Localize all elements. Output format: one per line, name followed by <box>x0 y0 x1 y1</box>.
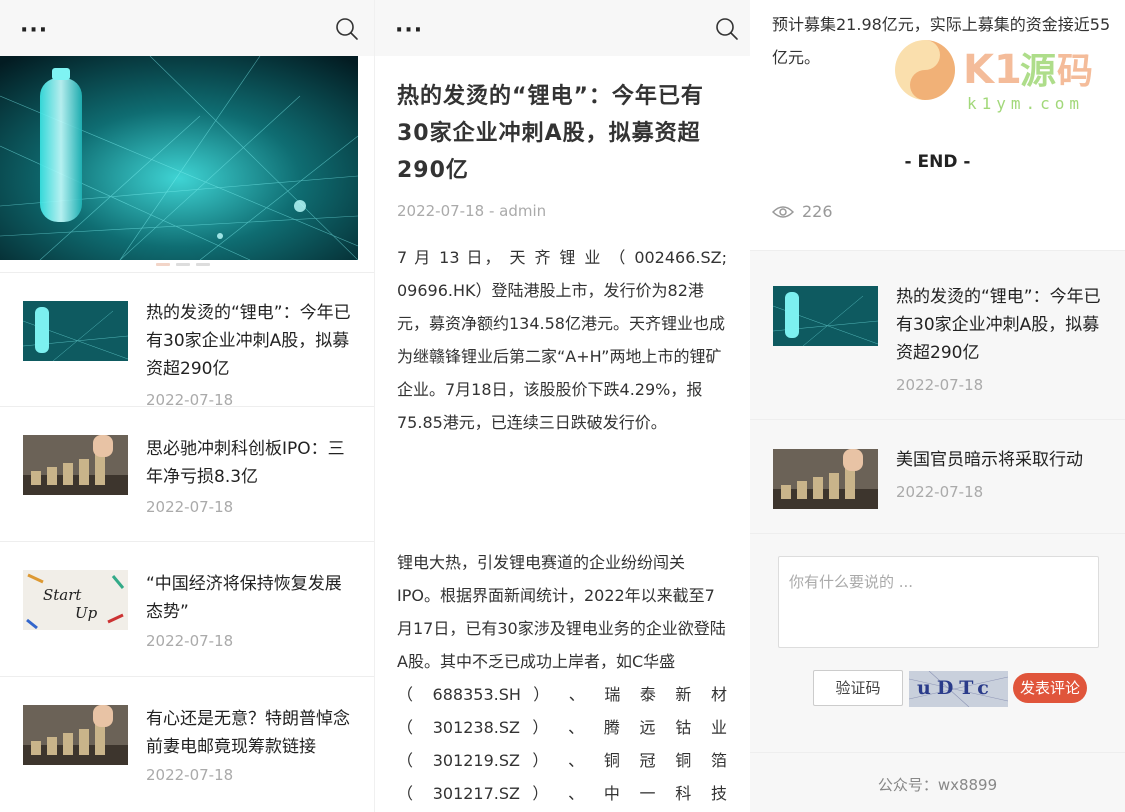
comment-textarea[interactable]: 你有什么要说的 ... <box>778 556 1099 648</box>
list-item-title[interactable]: 思必驰冲刺科创板IPO：三年净亏损8.3亿 <box>146 435 352 491</box>
article-paragraph: 7 月 13 日， 天 齐 锂 业 （ 002466.SZ; 09696.HK）… <box>397 241 727 439</box>
paragraph-line: （ 301217.SZ ） 、 中 一 科 技 <box>397 784 727 803</box>
slider-dot[interactable] <box>176 263 190 266</box>
footer: 公众号：wx8899 <box>750 752 1125 812</box>
list-item-title[interactable]: 有心还是无意？特朗普悼念前妻电邮竟现筹款链接 <box>146 705 352 761</box>
view-count-value: 226 <box>802 202 833 221</box>
article-bottom-panel: 预计募集21.98亿元，实际上募集的资金接近55亿元。 K1 源 码 k1ym.… <box>750 0 1125 812</box>
article-title: 热的发烫的“锂电”：今年已有30家企业冲刺A股，拟募资超290亿 <box>397 84 704 183</box>
end-marker: - END - <box>904 152 971 172</box>
paragraph-line: （ 301219.SZ ） 、 铜 冠 铜 箔 <box>397 751 727 770</box>
paragraph-line: （ 301238.SZ ） 、 腾 远 钴 业 <box>397 718 727 737</box>
paragraph-line: 7 月 13 日， 天 齐 锂 业 （ 002466.SZ; <box>397 248 727 267</box>
eye-icon <box>772 205 794 218</box>
submit-comment-button[interactable]: 发表评论 <box>1013 673 1087 703</box>
watermark-logo: K1 源 码 k1ym.com <box>895 40 1093 113</box>
related-item-date: 2022-07-18 <box>896 376 984 394</box>
related-item-title[interactable]: 热的发烫的“锂电”：今年已有30家企业冲刺A股，拟募资超290亿 <box>896 283 1102 367</box>
thumbnail-battery-image[interactable] <box>773 286 878 346</box>
svg-text:K1: K1 <box>963 47 1022 93</box>
svg-text:源: 源 <box>1020 51 1056 92</box>
list-item[interactable]: 思必驰冲刺科创板IPO：三年净亏损8.3亿 2022-07-18 <box>0 406 374 541</box>
related-item[interactable]: 美国官员暗示将采取行动 2022-07-18 <box>750 419 1125 533</box>
list-item-date: 2022-07-18 <box>146 766 234 784</box>
svg-text:k1ym.com: k1ym.com <box>967 94 1084 113</box>
list-item[interactable]: 热的发烫的“锂电”：今年已有30家企业冲刺A股，拟募资超290亿 2022-07… <box>0 272 374 409</box>
slider-dot[interactable] <box>156 263 170 266</box>
top-bar: ··· <box>375 0 750 56</box>
search-icon[interactable] <box>714 16 740 42</box>
list-item[interactable]: Start Up “中国经济将保持恢复发展态势” 2022-07-18 <box>0 541 374 676</box>
slider-indicator <box>156 263 210 266</box>
search-icon[interactable] <box>334 16 360 42</box>
slider-dot[interactable] <box>196 263 210 266</box>
list-item-date: 2022-07-18 <box>146 498 234 516</box>
article-paragraph: 锂电大热，引发锂电赛道的企业纷纷闯关IPO。根据界面新闻统计，2022年以来截至… <box>397 546 727 810</box>
thumbnail-coins-image[interactable] <box>773 449 878 509</box>
list-item-date: 2022-07-18 <box>146 632 234 650</box>
list-item-title[interactable]: 热的发烫的“锂电”：今年已有30家企业冲刺A股，拟募资超290亿 <box>146 299 352 383</box>
list-item[interactable]: 有心还是无意？特朗普悼念前妻电邮竟现筹款链接 2022-07-18 <box>0 676 374 811</box>
svg-text:Up: Up <box>75 604 98 622</box>
captcha-image[interactable]: uDTc <box>909 671 1008 707</box>
captcha-input[interactable]: 验证码 <box>813 670 903 706</box>
paragraph-text: 09696.HK）登陆港股上市，发行价为82港元，募资净额约134.58亿港元。… <box>397 281 725 432</box>
paragraph-line: （ 688353.SH ） 、 瑞 泰 新 材 <box>397 685 727 704</box>
related-item-date: 2022-07-18 <box>896 483 984 501</box>
more-dots-icon[interactable]: ··· <box>20 18 48 43</box>
list-item-title[interactable]: “中国经济将保持恢复发展态势” <box>146 570 352 626</box>
paragraph-text: 锂电大热，引发锂电赛道的企业纷纷闯关IPO。根据界面新闻统计，2022年以来截至… <box>397 553 726 671</box>
related-item-title[interactable]: 美国官员暗示将采取行动 <box>896 446 1102 474</box>
hero-banner-image[interactable] <box>0 56 358 260</box>
article-end-section: 预计募集21.98亿元，实际上募集的资金接近55亿元。 K1 源 码 k1ym.… <box>750 0 1125 250</box>
thumbnail-battery-image[interactable] <box>23 301 128 361</box>
top-bar: ··· <box>0 0 374 56</box>
article-panel: ··· 热的发烫的“锂电”：今年已有30家企业冲刺A股，拟募资超290亿 202… <box>375 0 750 812</box>
related-item[interactable]: 热的发烫的“锂电”：今年已有30家企业冲刺A股，拟募资超290亿 2022-07… <box>750 250 1125 419</box>
captcha-text: uDTc <box>917 677 995 699</box>
thumbnail-startup-image[interactable]: Start Up <box>23 570 128 630</box>
home-panel: ··· 热的发烫的“锂电”：今年已有30家企业冲刺A股，拟募资超290亿 202… <box>0 0 375 812</box>
more-dots-icon[interactable]: ··· <box>395 18 423 43</box>
article-meta: 2022-07-18 - admin <box>397 202 547 220</box>
divider <box>750 533 1125 534</box>
view-count: 226 <box>772 202 833 221</box>
thumbnail-coins-image[interactable] <box>23 705 128 765</box>
svg-text:Start: Start <box>43 586 82 604</box>
thumbnail-coins-image[interactable] <box>23 435 128 495</box>
article-list: 热的发烫的“锂电”：今年已有30家企业冲刺A股，拟募资超290亿 2022-07… <box>0 272 374 811</box>
svg-text:码: 码 <box>1057 51 1093 92</box>
